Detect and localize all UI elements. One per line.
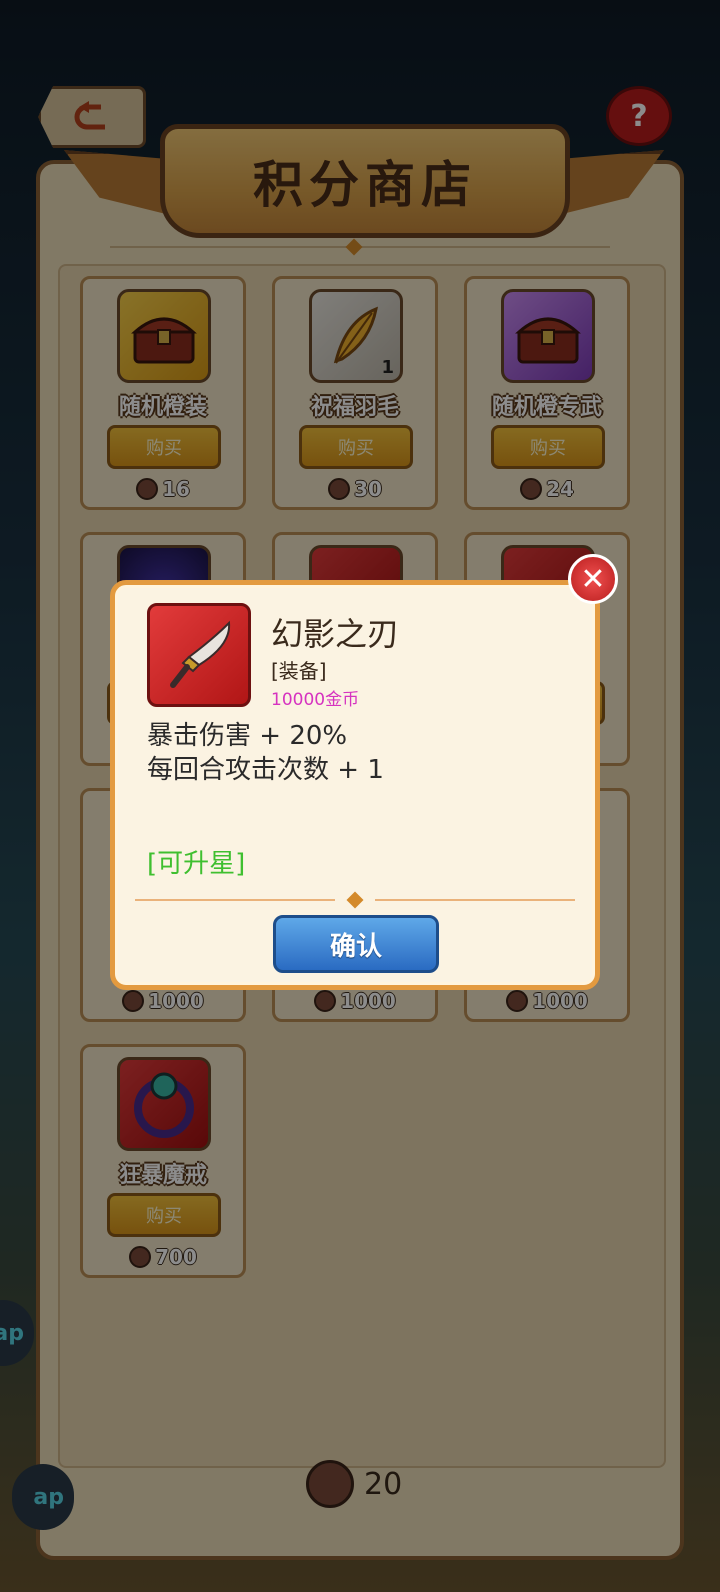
close-icon: ✕ — [580, 561, 606, 597]
item-stat: 暴击伤害 + 20% — [147, 721, 348, 751]
item-detail-type: [装备] — [271, 659, 327, 683]
divider — [375, 899, 575, 901]
item-detail-name: 幻影之刃 — [271, 615, 400, 653]
item-stat: 每回合攻击次数 + 1 — [147, 755, 384, 785]
upgradeable-label: [可升星] — [147, 849, 246, 879]
item-detail-popup: 幻影之刃 [装备] 10000金币 暴击伤害 + 20% 每回合攻击次数 + 1… — [110, 580, 600, 990]
sword-icon — [147, 603, 251, 707]
divider — [135, 899, 335, 901]
confirm-button[interactable]: 确认 — [273, 915, 439, 973]
item-detail-cost: 10000金币 — [271, 690, 360, 710]
divider-diamond-icon — [346, 891, 364, 909]
close-button[interactable]: ✕ — [568, 554, 618, 604]
